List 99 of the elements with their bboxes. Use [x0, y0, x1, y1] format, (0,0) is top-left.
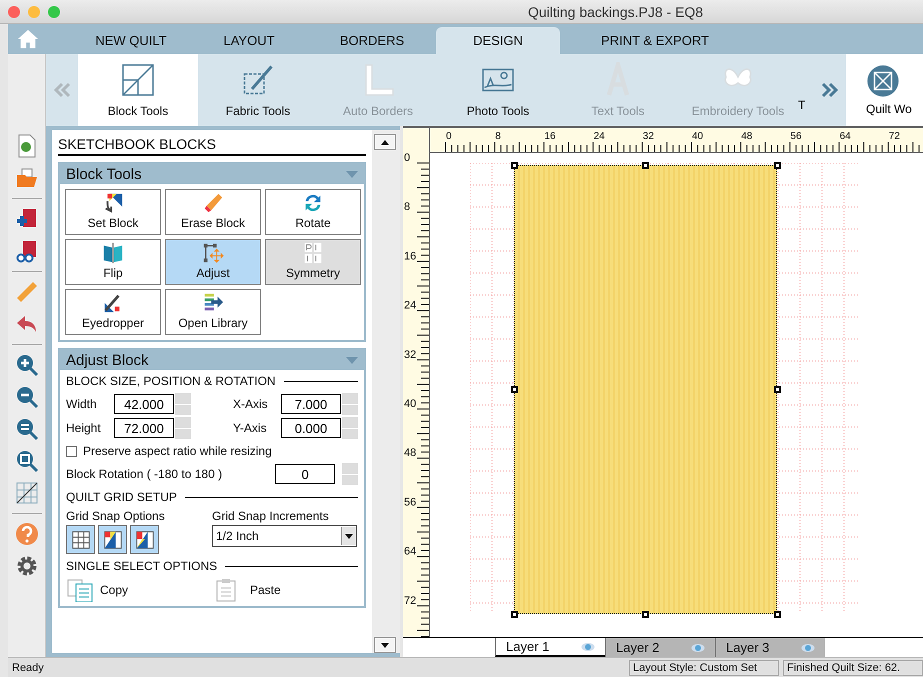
- ruler-label: 56: [790, 131, 802, 142]
- ribbon-tab[interactable]: BORDERS: [308, 27, 436, 54]
- section-title: Block Tools: [66, 166, 142, 182]
- block-snap-icon: [102, 528, 124, 550]
- close-button[interactable]: [8, 6, 20, 18]
- layer-tab[interactable]: Layer 1: [495, 638, 605, 657]
- ruler-label: 56: [404, 496, 416, 508]
- section-heading: BLOCK SIZE, POSITION & ROTATION: [66, 374, 276, 388]
- ruler-label: 16: [404, 250, 416, 262]
- snap-option-button[interactable]: [98, 525, 127, 554]
- tool-button[interactable]: Flip: [65, 239, 161, 285]
- ruler-label: 64: [404, 546, 416, 558]
- resize-handle[interactable]: [774, 611, 781, 618]
- tool-button[interactable]: Set Block: [65, 189, 161, 235]
- resize-handle[interactable]: [511, 162, 518, 169]
- ribbon-button[interactable]: Fabric Tools: [198, 54, 318, 126]
- field-label: X-Axis: [233, 397, 269, 411]
- ribbon-tab[interactable]: LAYOUT: [190, 27, 308, 54]
- snap-option-button[interactable]: [66, 525, 95, 554]
- status-message: Ready: [11, 662, 45, 674]
- ruler-label: 48: [741, 131, 752, 142]
- field-label: Grid Snap Increments: [212, 509, 330, 523]
- home-icon: [17, 28, 39, 50]
- status-field: Layout Style: Custom Set: [629, 660, 779, 676]
- caret-icon: [345, 534, 353, 538]
- ribbon-tab[interactable]: NEW QUILT: [72, 27, 190, 54]
- field-label: Y-Axis: [233, 421, 268, 435]
- ribbon-label: T: [798, 98, 806, 114]
- up-arrow-icon: [381, 140, 389, 144]
- field-label: Height: [66, 421, 102, 435]
- window-title: Quilting backings.PJ8 - EQ8: [528, 4, 704, 20]
- ruler-label: 72: [888, 131, 900, 142]
- resize-handle[interactable]: [511, 611, 518, 618]
- eye-icon: [801, 642, 815, 652]
- number-field[interactable]: 72.000: [114, 418, 174, 438]
- resize-handle[interactable]: [774, 386, 781, 393]
- tool-button[interactable]: Erase Block: [165, 189, 261, 235]
- resize-handle[interactable]: [642, 611, 649, 618]
- status-field: Finished Quilt Size: 62.: [783, 660, 923, 676]
- field-label: Grid Snap Options: [66, 509, 166, 523]
- section-heading: SINGLE SELECT OPTIONS: [66, 559, 218, 573]
- tool-button[interactable]: Rotate: [265, 189, 361, 235]
- ruler-label: 32: [404, 348, 416, 361]
- scroll-up-button[interactable]: [374, 134, 396, 150]
- clipboard-icon[interactable]: [216, 578, 236, 602]
- ruler-label: 24: [594, 131, 605, 142]
- ruler-label: 8: [404, 201, 410, 214]
- ribbon-button[interactable]: Quilt Wo: [846, 54, 923, 126]
- resize-handle[interactable]: [774, 162, 781, 169]
- ruler-label: 8: [495, 131, 501, 142]
- adjust-move-icon: [201, 242, 225, 264]
- scroll-down-button[interactable]: [374, 637, 396, 653]
- layer-tab[interactable]: Layer 3: [715, 638, 825, 657]
- ribbon-tab[interactable]: PRINT & EXPORT: [560, 27, 750, 54]
- ruler-label: 0: [446, 131, 452, 142]
- section-title: Adjust Block: [66, 352, 149, 368]
- eye-icon: [581, 642, 595, 652]
- tool-button[interactable]: Adjust: [165, 239, 261, 285]
- tool-button[interactable]: Eyedropper: [65, 289, 161, 335]
- ruler-label: 16: [544, 131, 556, 142]
- ribbon-button[interactable]: Block Tools: [78, 54, 198, 126]
- section-heading: QUILT GRID SETUP: [66, 490, 177, 504]
- ribbon-button[interactable]: Photo Tools: [438, 54, 558, 126]
- down-arrow-icon: [381, 642, 389, 648]
- checkbox[interactable]: [66, 446, 77, 456]
- number-field[interactable]: 42.000: [114, 394, 174, 414]
- number-field[interactable]: 0.000: [281, 418, 341, 438]
- grid-icon: [70, 528, 92, 550]
- ruler-label: 24: [404, 300, 416, 312]
- action-label[interactable]: Copy: [100, 583, 128, 597]
- panel-title: SKETCHBOOK BLOCKS: [58, 134, 366, 156]
- checkbox-label: Preserve aspect ratio while resizing: [83, 444, 272, 458]
- quilt-circle-icon: [866, 64, 900, 98]
- ruler-label: 64: [840, 131, 851, 142]
- increment-dropdown[interactable]: 1/2 Inch: [212, 525, 357, 547]
- snap-option-button[interactable]: [130, 525, 159, 554]
- copy-icon[interactable]: [66, 578, 94, 602]
- ruler-label: 40: [692, 131, 704, 142]
- resize-handle[interactable]: [511, 386, 518, 393]
- field-label: Block Rotation ( -180 to 180 ): [66, 467, 224, 481]
- action-label[interactable]: Paste: [250, 583, 281, 597]
- eye-icon: [691, 642, 705, 652]
- layer-tab[interactable]: Layer 2: [605, 638, 715, 657]
- ruler-label: 72: [404, 594, 416, 607]
- number-field[interactable]: 7.000: [281, 394, 341, 414]
- double-chevron-right-icon: [821, 82, 839, 98]
- ruler-label: 32: [642, 131, 654, 142]
- block-grid-icon: [120, 62, 156, 98]
- double-chevron-left-icon: [53, 82, 71, 98]
- ruler-label: 40: [404, 398, 416, 410]
- field-label: Width: [66, 397, 98, 411]
- number-field[interactable]: 0: [275, 464, 336, 484]
- ribbon-tab[interactable]: DESIGN: [436, 27, 560, 54]
- tool-button[interactable]: Open Library: [165, 289, 261, 335]
- resize-handle[interactable]: [642, 162, 649, 169]
- flip-icon: [101, 242, 125, 264]
- ruler-label: 0: [404, 153, 410, 164]
- patch-snap-icon: [134, 528, 156, 550]
- ruler-label: 48: [404, 447, 416, 460]
